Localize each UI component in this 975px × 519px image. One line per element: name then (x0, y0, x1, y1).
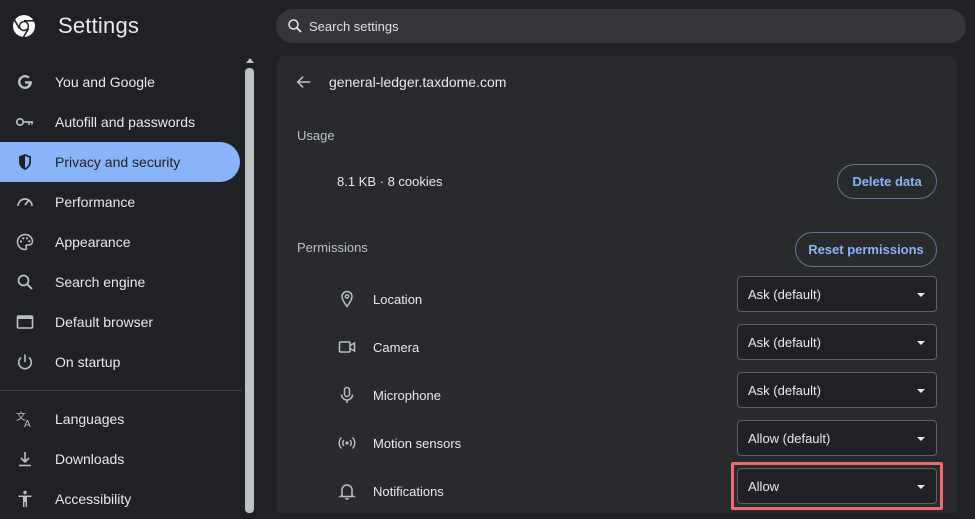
sidebar-item-you-and-google[interactable]: You and Google (0, 62, 240, 102)
reset-permissions-button[interactable]: Reset permissions (795, 232, 937, 267)
sidebar-item-label: Downloads (55, 451, 125, 467)
dropdown-caret-icon (917, 389, 925, 393)
select-value: Allow (748, 479, 780, 494)
accessibility-icon (18, 490, 32, 507)
select-value: Ask (default) (748, 335, 821, 350)
bell-icon (338, 484, 356, 500)
notifications-permission-select[interactable]: Allow (737, 468, 937, 504)
translate-icon: 文 A (16, 410, 31, 429)
usage-heading: Usage (297, 128, 335, 143)
motion-sensors-permission-select[interactable]: Allow (default) (737, 420, 937, 456)
sidebar-item-downloads[interactable]: Downloads (0, 439, 240, 479)
usage-summary: 8.1 KB · 8 cookies (337, 174, 443, 189)
permission-label: Motion sensors (373, 436, 462, 451)
scroll-up-arrow-icon[interactable] (246, 58, 254, 63)
permission-row-motion-sensors: Motion sensors Allow (default) (277, 420, 957, 468)
select-value: Ask (default) (748, 287, 821, 302)
permission-label: Camera (373, 340, 420, 355)
location-permission-select[interactable]: Ask (default) (737, 276, 937, 312)
sidebar-item-label: Default browser (55, 314, 154, 330)
microphone-permission-select[interactable]: Ask (default) (737, 372, 937, 408)
sidebar-item-label: Appearance (55, 234, 131, 250)
google-g-icon (18, 74, 32, 89)
permission-row-camera: Camera Ask (default) (277, 324, 957, 372)
speedometer-icon (17, 198, 33, 207)
sidebar-item-label: Autofill and passwords (55, 114, 196, 130)
permission-row-notifications: Notifications Allow (277, 468, 957, 516)
header: Settings (0, 0, 975, 54)
key-icon (15, 118, 33, 127)
sidebar-item-label: Languages (55, 411, 125, 427)
sidebar-divider (0, 390, 242, 391)
dropdown-caret-icon (917, 485, 925, 489)
sidebar-item-default-browser[interactable]: Default browser (0, 302, 240, 342)
browser-window-icon (16, 315, 34, 329)
microphone-icon (340, 386, 354, 403)
sidebar-item-performance[interactable]: Performance (0, 182, 240, 222)
sidebar-item-label: You and Google (55, 74, 155, 90)
sidebar-item-label: Performance (55, 194, 136, 210)
permission-label: Notifications (373, 484, 444, 499)
sidebar-item-label: On startup (55, 354, 121, 370)
power-icon (17, 354, 33, 370)
sidebar-item-label: Search engine (55, 274, 146, 290)
permissions-heading: Permissions (297, 240, 368, 255)
camera-permission-select[interactable]: Ask (default) (737, 324, 937, 360)
sidebar-item-on-startup[interactable]: On startup (0, 342, 240, 382)
permission-label: Microphone (373, 388, 441, 403)
permission-row-microphone: Microphone Ask (default) (277, 372, 957, 420)
sidebar-item-accessibility[interactable]: Accessibility (0, 479, 240, 519)
sidebar-item-appearance[interactable]: Appearance (0, 222, 240, 262)
camera-icon (338, 341, 356, 353)
location-pin-icon (341, 290, 353, 308)
delete-data-button[interactable]: Delete data (837, 164, 937, 199)
permission-label: Location (373, 292, 423, 307)
shield-icon (19, 154, 31, 170)
sidebar-item-privacy-and-security[interactable]: Privacy and security (0, 142, 240, 182)
sidebar: You and Google Autofill and passwords Pr… (0, 62, 256, 513)
search-icon (288, 19, 302, 33)
sidebar-item-label: Privacy and security (55, 154, 181, 170)
chrome-logo-icon (13, 15, 35, 38)
dropdown-caret-icon (917, 437, 925, 441)
download-icon (19, 452, 31, 467)
sidebar-item-autofill[interactable]: Autofill and passwords (0, 102, 240, 142)
search-icon (17, 274, 33, 290)
site-title: general-ledger.taxdome.com (329, 74, 507, 90)
permission-row-location: Location Ask (default) (277, 276, 957, 324)
site-settings-card: general-ledger.taxdome.com Usage 8.1 KB … (277, 56, 957, 513)
select-value: Allow (default) (748, 431, 831, 446)
svg-text:A: A (24, 419, 31, 429)
select-value: Ask (default) (748, 383, 821, 398)
page-title: Settings (58, 13, 140, 38)
back-arrow-icon[interactable] (295, 73, 313, 91)
scrollbar-thumb[interactable] (245, 68, 254, 513)
search-box[interactable] (276, 9, 966, 43)
dropdown-caret-icon (917, 341, 925, 345)
dropdown-caret-icon (917, 293, 925, 297)
sidebar-item-languages[interactable]: 文 A Languages (0, 399, 240, 439)
sidebar-item-search-engine[interactable]: Search engine (0, 262, 240, 302)
search-input[interactable] (309, 9, 949, 43)
palette-icon (16, 233, 34, 251)
motion-sensor-icon (338, 437, 356, 449)
sidebar-item-label: Accessibility (55, 491, 132, 507)
